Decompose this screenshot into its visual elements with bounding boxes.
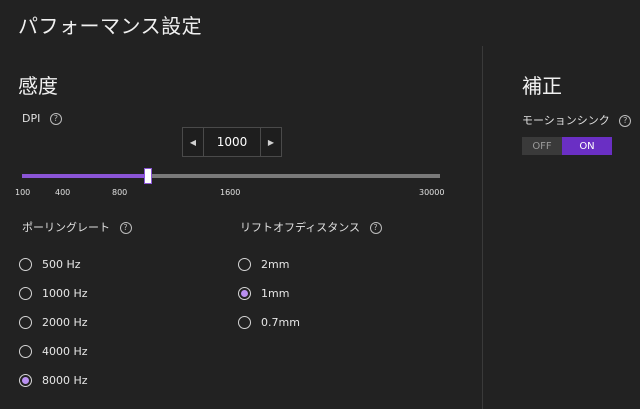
radio-label: 4000 Hz [42,345,88,358]
dpi-tick-label: 400 [55,188,71,197]
help-icon[interactable]: ? [49,113,62,125]
help-icon[interactable]: ? [369,222,382,234]
dpi-slider-thumb[interactable] [143,168,152,184]
dpi-increment-button[interactable]: ▶ [260,128,281,156]
page-title: パフォーマンス設定 [18,14,203,38]
dpi-tick-label: 100 [15,188,31,197]
dpi-stepper[interactable]: ◀ 1000 ▶ [182,127,282,157]
radio-button[interactable] [238,287,251,300]
radio-label: 1mm [261,287,290,300]
radio-button[interactable] [19,258,32,271]
polling-rate-label-row: ポーリングレート ? [22,219,132,235]
radio-button[interactable] [19,374,32,387]
lift-off-option[interactable]: 0.7mm [238,308,300,337]
polling-rate-option[interactable]: 8000 Hz [19,366,88,395]
radio-button[interactable] [238,316,251,329]
polling-rate-option[interactable]: 2000 Hz [19,308,88,337]
dpi-label: DPI [22,112,41,125]
polling-rate-options: 500 Hz 1000 Hz 2000 Hz 4000 Hz 8000 Hz [19,250,88,395]
radio-label: 1000 Hz [42,287,88,300]
lift-off-option[interactable]: 1mm [238,279,300,308]
toggle-on-option[interactable]: ON [562,137,612,155]
polling-rate-label: ポーリングレート [22,221,110,234]
polling-rate-option[interactable]: 500 Hz [19,250,88,279]
column-divider [482,46,483,409]
lift-off-label-row: リフトオフディスタンス ? [240,219,382,235]
caret-right-icon: ▶ [267,137,275,147]
radio-label: 500 Hz [42,258,81,271]
polling-rate-option[interactable]: 1000 Hz [19,279,88,308]
caret-left-icon: ◀ [189,137,197,147]
help-icon[interactable]: ? [119,222,132,234]
radio-button[interactable] [19,345,32,358]
dpi-label-row: DPI ? [22,112,62,125]
dpi-tick-label: 1600 [220,188,241,197]
toggle-off-option[interactable]: OFF [522,137,562,155]
dpi-tick-label: 30000 [419,188,445,197]
polling-rate-option[interactable]: 4000 Hz [19,337,88,366]
correction-heading: 補正 [522,74,562,98]
lift-off-options: 2mm 1mm 0.7mm [238,250,300,337]
radio-button[interactable] [19,287,32,300]
dpi-slider-fill [22,174,147,178]
radio-button[interactable] [19,316,32,329]
lift-off-option[interactable]: 2mm [238,250,300,279]
motion-sync-label-row: モーションシンク ? [522,112,632,128]
sensitivity-heading: 感度 [18,74,58,98]
motion-sync-toggle[interactable]: OFF ON [522,137,612,155]
radio-label: 2000 Hz [42,316,88,329]
radio-label: 0.7mm [261,316,300,329]
radio-label: 2mm [261,258,290,271]
dpi-decrement-button[interactable]: ◀ [183,128,204,156]
lift-off-label: リフトオフディスタンス [240,221,361,234]
radio-button[interactable] [238,258,251,271]
radio-label: 8000 Hz [42,374,88,387]
dpi-value[interactable]: 1000 [204,128,260,156]
motion-sync-label: モーションシンク [522,114,610,127]
help-icon[interactable]: ? [619,115,632,127]
dpi-tick-label: 800 [112,188,128,197]
